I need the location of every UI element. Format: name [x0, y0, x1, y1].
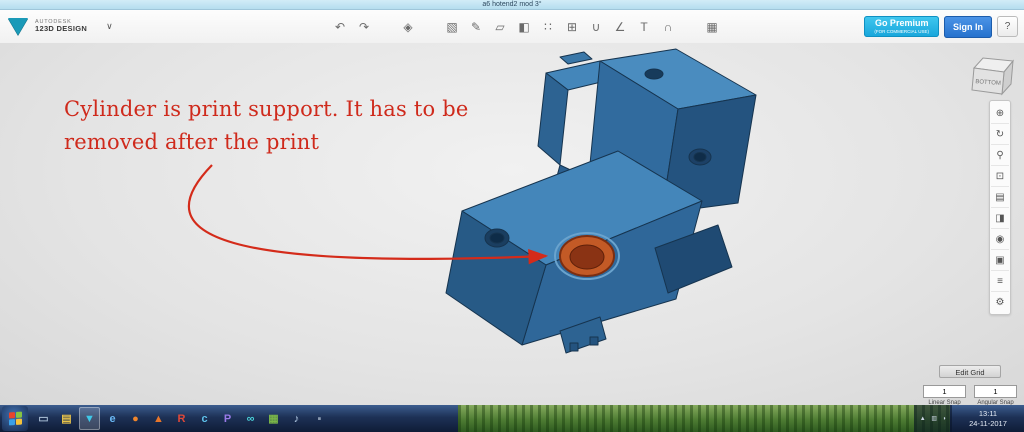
snap-icon[interactable]: ∩ [658, 17, 678, 37]
support-cylinder[interactable] [560, 236, 614, 276]
views-icon[interactable]: ▤ [991, 186, 1009, 207]
navigation-toolbar: ⊕ ↻ ⚲ ⊡ ▤ ◨ ◉ ▣ ≡ ⚙ [989, 100, 1011, 315]
notes-app-icon[interactable]: ▦ [263, 407, 284, 430]
menu-chevron-icon[interactable]: ∨ [106, 21, 113, 32]
material-icon[interactable]: ▦ [702, 17, 722, 37]
annotation-line-1: Cylinder is print support. It has to be [64, 93, 468, 126]
angular-snap-input[interactable] [974, 385, 1017, 398]
go-premium-sub: (FOR COMMERCIAL USE) [874, 29, 929, 34]
r-app-icon[interactable]: R [171, 407, 192, 430]
vlc-icon[interactable]: ▲ [148, 407, 169, 430]
brand-product: 123D DESIGN [35, 25, 87, 33]
help-button[interactable]: ? [997, 16, 1018, 37]
tray-volume-icon[interactable]: ◗ [943, 416, 947, 422]
pattern-icon[interactable]: ∷ [538, 17, 558, 37]
measure-icon[interactable]: ∠ [610, 17, 630, 37]
modify-icon[interactable]: ◧ [514, 17, 534, 37]
combine-icon[interactable]: ∪ [586, 17, 606, 37]
grouping-icon[interactable]: ⊞ [562, 17, 582, 37]
viewport[interactable]: Cylinder is print support. It has to be … [0, 43, 1024, 405]
clock-time: 13:11 [979, 409, 997, 419]
linear-snap-input[interactable] [923, 385, 966, 398]
sign-in-button[interactable]: Sign In [944, 16, 992, 38]
grid-panel: Edit Grid Linear Snap Angular Snap [922, 365, 1018, 405]
tray-up-icon[interactable]: ▲ [920, 416, 926, 422]
redo-icon[interactable]: ↷ [354, 17, 374, 37]
folder-icon[interactable]: ▤ [56, 407, 77, 430]
view-cube[interactable]: BOTTOM [968, 52, 1016, 96]
show-desktop-icon[interactable]: ▭ [33, 407, 54, 430]
desktop-wallpaper-strip [458, 405, 950, 432]
annotation-line-2: removed after the print [64, 126, 468, 159]
tray-network-icon[interactable]: ▥ [931, 415, 937, 422]
chrome-icon[interactable]: c [194, 407, 215, 430]
app-123d-design-icon[interactable]: ▼ [79, 407, 100, 430]
settings-icon[interactable]: ⚙ [991, 291, 1009, 312]
layers-icon[interactable]: ≡ [991, 270, 1009, 291]
sketch-icon[interactable]: ✎ [466, 17, 486, 37]
photoshop-icon[interactable]: P [217, 407, 238, 430]
internet-explorer-icon[interactable]: e [102, 407, 123, 430]
system-tray: ▲ ▥ ◗ [914, 405, 952, 432]
zoom-icon[interactable]: ⚲ [991, 144, 1009, 165]
construct-icon[interactable]: ▱ [490, 17, 510, 37]
windows-logo-icon [9, 412, 22, 426]
brand-block: AUTODESK 123D DESIGN ∨ [0, 18, 113, 35]
visibility-icon[interactable]: ◉ [991, 228, 1009, 249]
toolbar-icons: ↶ ↷ ◈ ▧ ✎ ▱ ◧ ∷ ⊞ ∪ ∠ T ∩ ▦ [330, 10, 722, 43]
window-title: a6 hotend2 mod 3° [0, 0, 1024, 10]
taskbar-clock[interactable]: 13:11 24-11-2017 [952, 405, 1024, 432]
firefox-icon[interactable]: ● [125, 407, 146, 430]
clock-date: 24-11-2017 [969, 419, 1007, 429]
undo-icon[interactable]: ↶ [330, 17, 350, 37]
zoom-window-icon[interactable]: ⊡ [991, 165, 1009, 186]
go-premium-label: Go Premium [874, 18, 929, 29]
utility-app-icon[interactable]: ▪ [309, 407, 330, 430]
autodesk-logo-icon [8, 18, 28, 35]
opera-icon[interactable]: ∞ [240, 407, 261, 430]
app-toolbar: AUTODESK 123D DESIGN ∨ ↶ ↷ ◈ ▧ ✎ ▱ ◧ ∷ ⊞… [0, 10, 1024, 44]
camera-icon[interactable]: ▣ [991, 249, 1009, 270]
primitives-icon[interactable]: ▧ [442, 17, 462, 37]
edit-grid-button[interactable]: Edit Grid [939, 365, 1001, 378]
go-premium-button[interactable]: Go Premium (FOR COMMERCIAL USE) [864, 16, 939, 36]
transform-icon[interactable]: ◈ [398, 17, 418, 37]
shading-icon[interactable]: ◨ [991, 207, 1009, 228]
taskbar: ▭ ▤ ▼ e ● ▲ R c P ∞ ▦ ♪ ▪ ▲ ▥ ◗ 13:11 24… [0, 405, 1024, 432]
annotation-text: Cylinder is print support. It has to be … [64, 93, 468, 158]
media-app-icon[interactable]: ♪ [286, 407, 307, 430]
3d-model[interactable] [446, 49, 756, 353]
pan-icon[interactable]: ⊕ [991, 103, 1009, 123]
text-icon[interactable]: T [634, 17, 654, 37]
start-button[interactable] [2, 406, 28, 431]
orbit-icon[interactable]: ↻ [991, 123, 1009, 144]
